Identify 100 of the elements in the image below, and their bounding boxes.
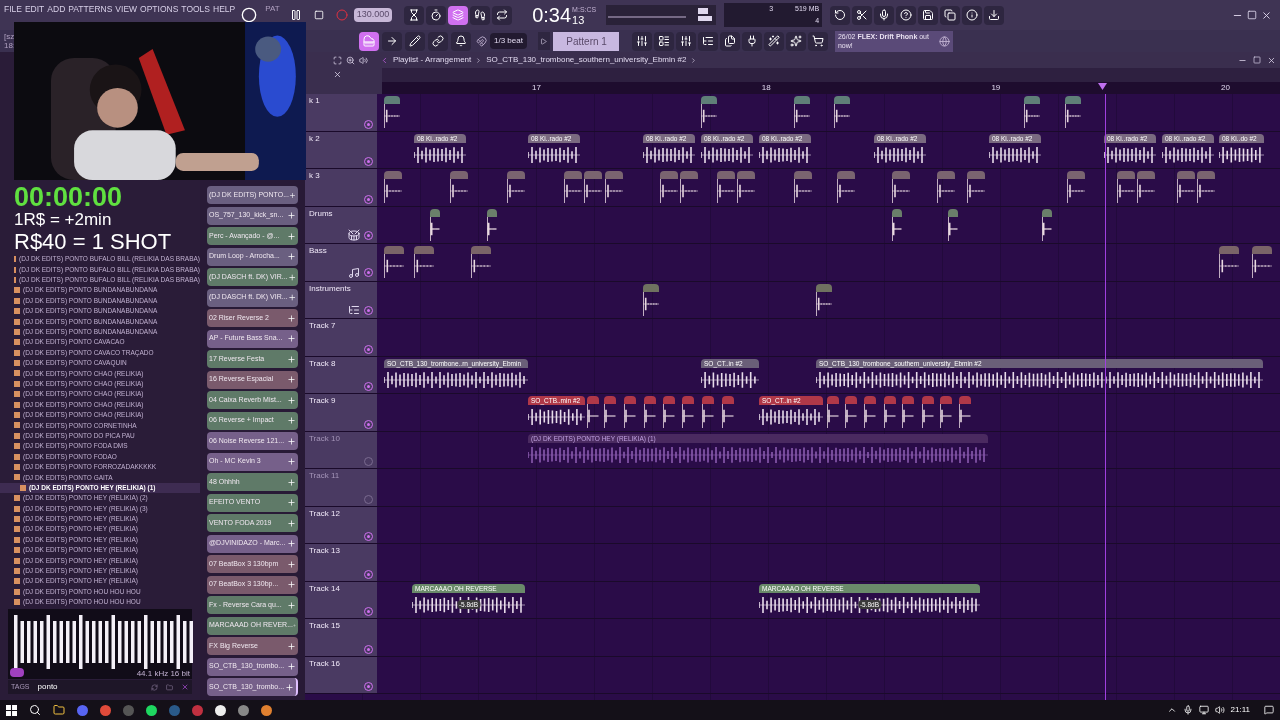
- help-button[interactable]: [896, 5, 917, 25]
- track-header[interactable]: Track 10: [305, 431, 377, 468]
- notification-icon[interactable]: [1264, 705, 1274, 715]
- audio-clip[interactable]: [605, 171, 623, 204]
- tool-button[interactable]: [763, 31, 784, 51]
- fullscreen-icon[interactable]: [333, 55, 342, 65]
- cut-button[interactable]: [852, 5, 873, 25]
- audio-clip[interactable]: [414, 246, 434, 279]
- pattern-prev-button[interactable]: [537, 32, 550, 50]
- audio-clip[interactable]: [1219, 246, 1239, 279]
- audio-clip[interactable]: [1137, 171, 1155, 204]
- hourglass-button[interactable]: [404, 5, 425, 25]
- restore-icon[interactable]: [1253, 55, 1261, 64]
- app-icon[interactable]: [146, 704, 157, 716]
- audio-clip[interactable]: [892, 171, 910, 204]
- files-button[interactable]: [719, 31, 740, 51]
- menu-item[interactable]: FILE: [4, 4, 22, 15]
- audio-clip[interactable]: [937, 171, 955, 204]
- close-icon[interactable]: [1261, 9, 1272, 21]
- menu-item[interactable]: VIEW: [115, 4, 138, 15]
- audio-clip[interactable]: [507, 171, 525, 204]
- audio-clip[interactable]: [816, 283, 832, 317]
- pause-icon[interactable]: [289, 9, 302, 21]
- windows-icon[interactable]: [6, 704, 17, 716]
- close-icon[interactable]: [333, 70, 342, 79]
- track-header[interactable]: Track 14: [305, 581, 377, 618]
- preview-play-button[interactable]: [10, 668, 24, 678]
- audio-clip[interactable]: [471, 246, 491, 279]
- piano-button[interactable]: [359, 31, 379, 51]
- eq-button[interactable]: [675, 31, 696, 51]
- audio-clip[interactable]: [717, 171, 735, 204]
- track-header[interactable]: Track 9: [305, 394, 377, 431]
- stop-icon[interactable]: [313, 10, 324, 20]
- menu-item[interactable]: TOOLS: [181, 4, 211, 15]
- audio-clip[interactable]: [384, 171, 402, 204]
- timer-button[interactable]: [426, 5, 447, 25]
- audio-clip[interactable]: [384, 96, 400, 129]
- menu-item[interactable]: EDIT: [24, 4, 45, 15]
- audio-clip[interactable]: [1067, 171, 1085, 204]
- audio-clip[interactable]: [1197, 171, 1215, 204]
- audio-clip[interactable]: [660, 171, 678, 204]
- export-button[interactable]: [940, 5, 961, 25]
- search-icon[interactable]: [29, 704, 41, 716]
- track-header[interactable]: k 2: [305, 131, 377, 168]
- tempo-field[interactable]: 130.000: [353, 8, 393, 22]
- audio-clip[interactable]: [584, 171, 602, 204]
- track-header[interactable]: Track 7: [305, 319, 377, 356]
- audio-clip[interactable]: [430, 208, 440, 242]
- audio-clip[interactable]: [737, 171, 755, 204]
- track-header[interactable]: k 3: [305, 169, 377, 206]
- mixer-button[interactable]: [631, 31, 652, 51]
- track-header[interactable]: Track 12: [305, 506, 377, 543]
- app-icon[interactable]: [215, 704, 226, 716]
- arrow-button[interactable]: [382, 31, 402, 51]
- audio-clip[interactable]: [948, 208, 958, 242]
- info-button[interactable]: [962, 5, 983, 25]
- track-header[interactable]: Track 13: [305, 544, 377, 581]
- audio-clip[interactable]: [1042, 208, 1052, 242]
- pattern-selector[interactable]: Pattern 1: [552, 31, 619, 51]
- audio-clip[interactable]: [450, 171, 468, 204]
- audio-clip[interactable]: [487, 208, 497, 242]
- zoom-icon[interactable]: [346, 55, 355, 65]
- download-button[interactable]: [984, 5, 1005, 25]
- maximize-icon[interactable]: [1247, 9, 1257, 20]
- shop-button[interactable]: [807, 31, 828, 51]
- audio-clip[interactable]: [967, 171, 985, 204]
- snap-selector[interactable]: 1/3 beat: [490, 33, 527, 49]
- audio-clip[interactable]: [643, 283, 659, 317]
- track-header[interactable]: Instruments: [305, 281, 377, 318]
- audio-clip[interactable]: [564, 171, 582, 204]
- track-header[interactable]: Track 8: [305, 356, 377, 393]
- save-button[interactable]: [918, 5, 939, 25]
- browser-button[interactable]: [697, 31, 718, 51]
- audio-clip[interactable]: [1117, 171, 1135, 204]
- menu-item[interactable]: OPTIONS: [140, 4, 179, 15]
- chevron-up-icon[interactable]: [1166, 705, 1177, 715]
- microphone-icon[interactable]: [1182, 705, 1193, 715]
- undo-button[interactable]: [830, 5, 851, 25]
- record-audio-button[interactable]: [874, 5, 895, 25]
- folder-icon[interactable]: [53, 704, 65, 716]
- app-icon[interactable]: [261, 704, 272, 716]
- audio-clip[interactable]: [837, 171, 855, 204]
- audio-clip[interactable]: [892, 208, 902, 242]
- close-icon[interactable]: [1267, 55, 1276, 65]
- link-button[interactable]: [428, 31, 448, 51]
- speaker-icon[interactable]: [359, 55, 368, 65]
- track-header[interactable]: k 1: [305, 94, 377, 131]
- audio-clip[interactable]: [1065, 96, 1081, 129]
- audio-clip[interactable]: [1177, 171, 1195, 204]
- menu-item[interactable]: PATTERNS: [68, 4, 113, 15]
- layers-button[interactable]: [448, 5, 469, 25]
- step-button[interactable]: [470, 5, 491, 25]
- audio-clip[interactable]: [794, 171, 812, 204]
- menu-item[interactable]: ADD: [47, 4, 66, 15]
- audio-clip[interactable]: [834, 96, 850, 129]
- network-icon[interactable]: [1198, 705, 1209, 715]
- track-header[interactable]: Track 15: [305, 619, 377, 656]
- audio-clip[interactable]: [384, 246, 404, 279]
- timeline-ruler[interactable]: 17 18 19 20: [382, 82, 1280, 94]
- pencil-button[interactable]: [405, 31, 425, 51]
